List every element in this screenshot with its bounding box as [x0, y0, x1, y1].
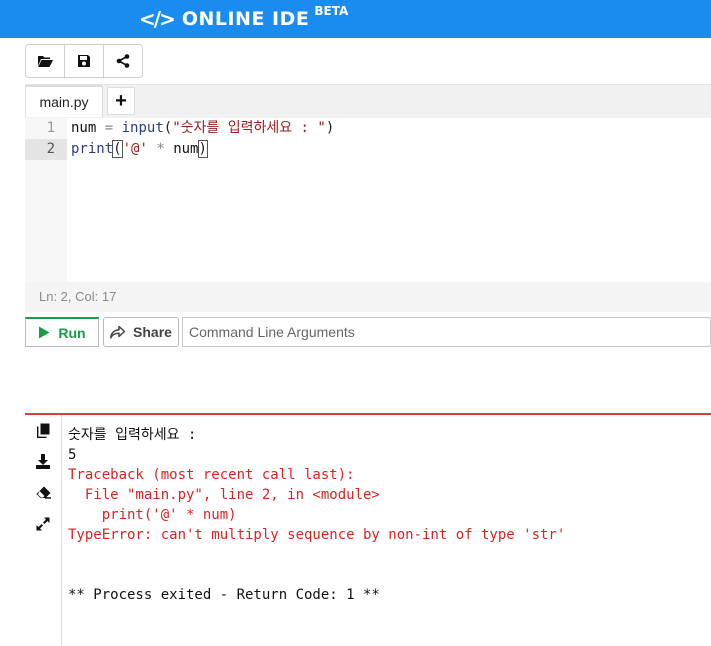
- file-toolbar: [25, 44, 143, 78]
- save-icon: [78, 55, 90, 67]
- download-icon: [36, 454, 50, 469]
- download-output-button[interactable]: [25, 446, 61, 477]
- output-line: File "main.py", line 2, in <module>: [68, 487, 380, 503]
- code-line[interactable]: print('@' * num): [71, 139, 711, 160]
- output-line: 5: [68, 447, 77, 463]
- command-line-arguments-input[interactable]: [182, 317, 711, 347]
- brand-logo[interactable]: </> ONLINE IDE BETA: [139, 4, 348, 34]
- run-label: Run: [58, 324, 86, 341]
- run-button[interactable]: Run: [25, 317, 99, 347]
- file-tab-bar: main.py +: [25, 84, 711, 118]
- beta-badge: BETA: [314, 4, 349, 18]
- line-number-gutter: 1 2: [25, 118, 67, 282]
- open-file-button[interactable]: [26, 45, 65, 77]
- code-line[interactable]: num = input("숫자를 입력하세요 : "): [71, 118, 711, 139]
- eraser-icon: [36, 486, 51, 499]
- play-icon: [39, 326, 50, 339]
- cursor-position: Ln: 2, Col: 17: [39, 289, 117, 304]
- expand-output-button[interactable]: [25, 508, 61, 539]
- code-editor[interactable]: 1 2 num = input("숫자를 입력하세요 : ") print('@…: [25, 118, 711, 282]
- output-panel: 숫자를 입력하세요 : 5 Traceback (most recent call …: [25, 413, 711, 646]
- output-line: Traceback (most recent call last):: [68, 467, 355, 483]
- output-sidebar: [25, 415, 62, 646]
- top-bar: </> ONLINE IDE BETA: [0, 0, 711, 38]
- copy-output-button[interactable]: [25, 415, 61, 446]
- tab-main-py[interactable]: main.py: [25, 85, 103, 117]
- line-number: 1: [46, 120, 55, 136]
- output-text: 숫자를 입력하세요 : 5 Traceback (most recent call …: [68, 425, 711, 605]
- output-line: TypeError: can't multiply sequence by no…: [68, 527, 566, 543]
- line-number-active: 2: [25, 139, 67, 160]
- brand-name: ONLINE IDE: [181, 8, 310, 30]
- open-folder-icon: [38, 56, 53, 67]
- share-button[interactable]: Share: [103, 317, 179, 347]
- output-line: ** Process exited - Return Code: 1 **: [68, 587, 380, 603]
- run-controls: Run Share: [25, 317, 711, 347]
- add-tab-button[interactable]: +: [107, 87, 135, 115]
- editor-status-bar: Ln: 2, Col: 17: [25, 282, 711, 312]
- copy-icon: [36, 423, 49, 438]
- output-line: 숫자를 입력하세요 :: [68, 427, 197, 443]
- share-label: Share: [133, 324, 172, 340]
- share-code-button[interactable]: [104, 45, 142, 77]
- clear-output-button[interactable]: [25, 477, 61, 508]
- expand-icon: [36, 517, 50, 530]
- share-arrow-icon: [110, 325, 126, 339]
- share-icon: [116, 54, 130, 68]
- code-content[interactable]: num = input("숫자를 입력하세요 : ") print('@' * …: [71, 118, 711, 160]
- save-button[interactable]: [65, 45, 104, 77]
- output-line: print('@' * num): [68, 507, 237, 523]
- code-brackets-icon: </>: [139, 7, 176, 31]
